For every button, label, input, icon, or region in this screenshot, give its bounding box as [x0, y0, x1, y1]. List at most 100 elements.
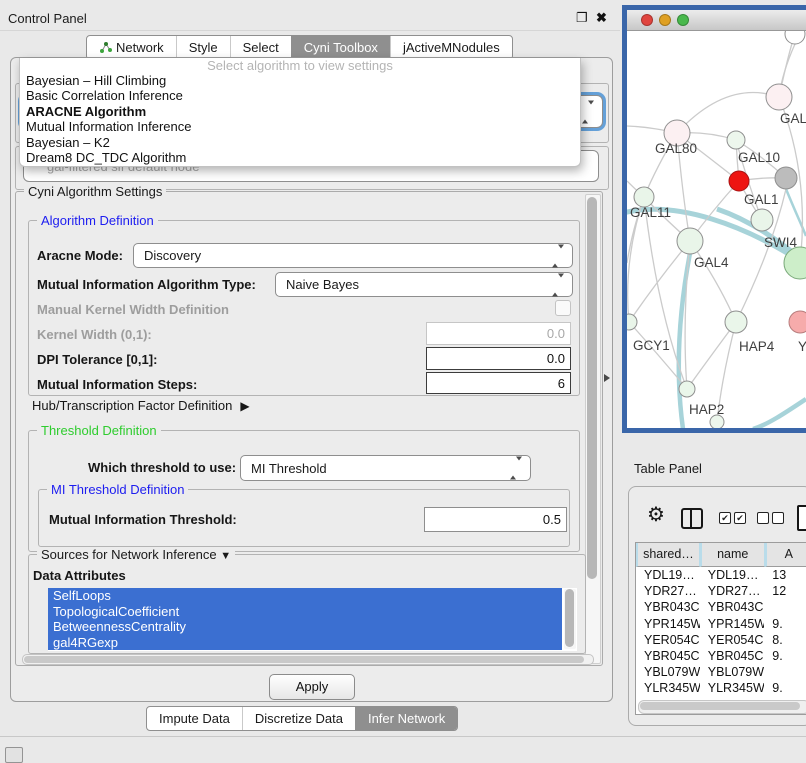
network-node-labels: GAL GAL80 GAL10 GAL1 GAL11 SWI4 GAL4 GCY… [630, 111, 806, 417]
hub-definition-expander[interactable]: Hub/Transcription Factor Definition▶ [32, 398, 250, 413]
dpi-tolerance-field[interactable] [426, 347, 571, 370]
table-row[interactable]: YBL079WYBL079W [636, 664, 806, 680]
table-horizontal-scrollbar[interactable] [638, 700, 806, 714]
algorithm-option[interactable]: Mutual Information Inference [20, 119, 580, 134]
mac-zoom-button[interactable] [677, 14, 689, 26]
column-visibility-icon[interactable] [681, 508, 703, 529]
combo-arrows-icon [552, 248, 564, 263]
combo-arrows-icon [582, 104, 594, 119]
settings-vertical-scrollbar[interactable] [585, 194, 601, 664]
close-window-icon[interactable]: ✖ [596, 10, 607, 26]
node-unlabeled-top[interactable] [785, 31, 805, 44]
scrollbar-thumb[interactable] [587, 197, 597, 579]
algorithm-option[interactable]: Bayesian – K2 [20, 135, 580, 150]
node-salmon[interactable] [789, 311, 806, 333]
scrollbar-thumb[interactable] [565, 589, 574, 647]
which-threshold-value: MI Threshold [251, 461, 327, 476]
scrollbar-thumb[interactable] [640, 702, 800, 710]
node-gal11[interactable] [634, 187, 654, 207]
node-gal1[interactable] [729, 171, 749, 191]
scrollbar-thumb[interactable] [24, 656, 584, 663]
table-header-row: shared… name A [636, 543, 806, 567]
table-row[interactable]: YBR045CYBR045C9. [636, 648, 806, 664]
mac-close-button[interactable] [641, 14, 653, 26]
aracne-mode-combobox[interactable]: Discovery [133, 243, 573, 268]
mi-steps-field[interactable] [426, 372, 571, 394]
cell: YPR145W [636, 616, 700, 632]
tab-select[interactable]: Select [230, 36, 291, 59]
node-unlabeled-bottom[interactable] [710, 415, 724, 429]
tab-discretize-data[interactable]: Discretize Data [242, 707, 355, 730]
titlebar-divider [0, 30, 620, 31]
node-hap4[interactable] [725, 311, 747, 333]
minimized-window-icon[interactable] [5, 747, 23, 763]
export-table-icon[interactable] [797, 505, 806, 531]
table-row[interactable]: YDR27…YDR27…12 [636, 583, 806, 599]
node-gal4[interactable] [677, 228, 703, 254]
algorithm-option[interactable]: Bayesian – Hill Climbing [20, 73, 580, 88]
node-swi4[interactable] [751, 209, 773, 231]
table-row[interactable]: YDL19…YDL19…13 [636, 567, 806, 583]
node-hap2[interactable] [679, 381, 695, 397]
tab-style[interactable]: Style [176, 36, 230, 59]
tab-network[interactable]: Network [87, 36, 176, 59]
column-header-name[interactable]: name [700, 543, 765, 567]
cell: 9. [764, 616, 806, 632]
column-header-shared-name[interactable]: shared… [636, 543, 700, 567]
apply-button[interactable]: Apply [269, 674, 355, 700]
float-window-icon[interactable]: ❐ [576, 10, 588, 26]
table-row[interactable]: YER054CYER054C8. [636, 632, 806, 648]
node-gal10[interactable] [727, 131, 745, 149]
splitter-collapse-icon[interactable] [604, 374, 610, 382]
attribute-item[interactable]: gal4RGexp [48, 635, 562, 651]
which-threshold-combobox[interactable]: MI Threshold [240, 455, 531, 481]
deselect-all-rows-icon[interactable] [757, 512, 784, 524]
sources-title-text: Sources for Network Inference [41, 547, 217, 562]
dropdown-placeholder: Select algorithm to view settings [20, 58, 580, 73]
table-row[interactable]: YPR145WYPR145W9. [636, 616, 806, 632]
attribute-item[interactable]: BetweennessCentrality [48, 619, 562, 635]
mac-minimize-button[interactable] [659, 14, 671, 26]
table-row[interactable]: YBR043CYBR043C [636, 599, 806, 615]
node-gcy1[interactable] [627, 314, 637, 330]
node-gray[interactable] [775, 167, 797, 189]
cell: YPR145W [700, 616, 765, 632]
node-label: GAL [780, 111, 806, 126]
cell: 9. [764, 680, 806, 696]
network-window-titlebar[interactable] [627, 10, 806, 31]
attribute-item[interactable]: TopologicalCoefficient [48, 604, 562, 620]
node-label: HAP2 [689, 402, 724, 417]
combo-arrows-icon [510, 461, 522, 476]
tab-cyni-toolbox[interactable]: Cyni Toolbox [291, 36, 390, 59]
mi-threshold-field[interactable] [424, 507, 567, 532]
table-settings-gear-icon[interactable]: ⚙ [647, 505, 665, 525]
algorithm-option-aracne[interactable]: ARACNE Algorithm [20, 104, 580, 119]
tab-label: Infer Network [368, 707, 445, 730]
select-all-rows-icon[interactable]: ✔ ✔ [719, 512, 746, 524]
algorithm-option[interactable]: Basic Correlation Inference [20, 88, 580, 103]
tab-infer-network[interactable]: Infer Network [355, 707, 457, 730]
kernel-width-field[interactable] [426, 322, 571, 345]
column-header-partial[interactable]: A [765, 543, 806, 567]
mi-type-combobox[interactable]: Naive Bayes [275, 272, 573, 297]
group-title: Algorithm Definition [37, 213, 158, 228]
cell: YBR043C [700, 599, 765, 615]
kernel-width-label: Kernel Width (0,1): [37, 327, 152, 342]
node-label: GCY1 [633, 338, 670, 353]
settings-horizontal-scrollbar[interactable] [22, 654, 594, 665]
node-label: GAL1 [744, 192, 779, 207]
node-gal-partial[interactable] [766, 84, 792, 110]
tab-impute-data[interactable]: Impute Data [147, 707, 242, 730]
aracne-mode-label: Aracne Mode: [37, 248, 123, 263]
data-attributes-list: SelfLoops TopologicalCoefficient Between… [48, 588, 577, 651]
attribute-item[interactable]: SelfLoops [48, 588, 562, 604]
list-vertical-scrollbar[interactable] [564, 589, 576, 649]
network-canvas[interactable]: GAL GAL80 GAL10 GAL1 GAL11 SWI4 GAL4 GCY… [627, 31, 806, 429]
sources-group-title[interactable]: Sources for Network Inference ▼ [37, 547, 235, 562]
node-label: HAP4 [739, 339, 775, 354]
algorithm-option[interactable]: Dream8 DC_TDC Algorithm [20, 150, 580, 165]
cell: YDR27… [636, 583, 700, 599]
tab-jactivemnodules[interactable]: jActiveMNodules [390, 36, 512, 59]
table-row[interactable]: YLR345WYLR345W9. [636, 680, 806, 696]
manual-kernel-checkbox[interactable] [555, 300, 571, 316]
